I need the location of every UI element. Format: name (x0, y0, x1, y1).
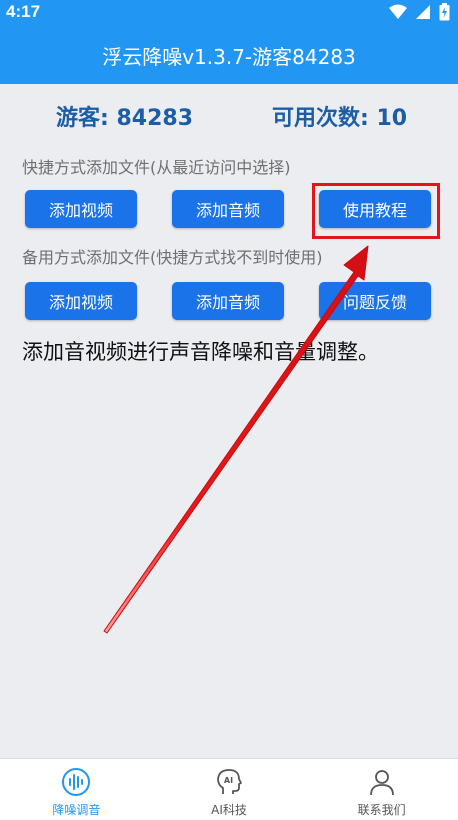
bottom-nav: 降噪调音 AI AI科技 联系我们 (0, 758, 458, 820)
nav-label-contact: 联系我们 (357, 803, 406, 817)
ai-head-icon: AI (214, 767, 244, 797)
battery-icon (439, 3, 450, 21)
backup-add-video-button[interactable]: 添加视频 (25, 282, 137, 320)
user-id-label: 游客: 84283 (56, 106, 193, 131)
backup-add-audio-button[interactable]: 添加音频 (172, 282, 284, 320)
app-title: 浮云降噪v1.3.7-游客84283 (102, 44, 356, 69)
waveform-icon (61, 767, 91, 797)
remaining-uses-label: 可用次数: 10 (272, 106, 408, 131)
quick-add-button-row: 添加视频 添加音频 使用教程 (0, 190, 458, 228)
app-bar: 浮云降噪v1.3.7-游客84283 (0, 26, 458, 84)
quick-add-video-button[interactable]: 添加视频 (25, 190, 137, 228)
svg-text:AI: AI (224, 776, 233, 785)
quick-add-section-label: 快捷方式添加文件(从最近访问中选择) (22, 158, 291, 177)
person-icon (367, 767, 397, 797)
backup-add-button-row: 添加视频 添加音频 问题反馈 (0, 282, 458, 320)
description-text: 添加音视频进行声音降噪和音量调整。 (22, 340, 379, 364)
status-time: 4:17 (6, 2, 41, 21)
status-bar: 4:17 (0, 0, 458, 26)
nav-item-denoise[interactable]: 降噪调音 (0, 759, 153, 820)
backup-add-section-label: 备用方式添加文件(快捷方式找不到时使用) (22, 248, 323, 267)
nav-item-contact[interactable]: 联系我们 (305, 759, 458, 820)
status-icons (389, 3, 450, 21)
signal-icon (416, 5, 430, 19)
nav-label-denoise: 降噪调音 (52, 803, 101, 817)
nav-item-ai[interactable]: AI AI科技 (153, 759, 306, 820)
feedback-button[interactable]: 问题反馈 (319, 282, 431, 320)
info-row: 游客: 84283 可用次数: 10 (0, 100, 458, 131)
quick-add-audio-button[interactable]: 添加音频 (172, 190, 284, 228)
wifi-icon (389, 4, 407, 19)
tutorial-button[interactable]: 使用教程 (319, 190, 431, 228)
nav-label-ai: AI科技 (211, 803, 247, 817)
